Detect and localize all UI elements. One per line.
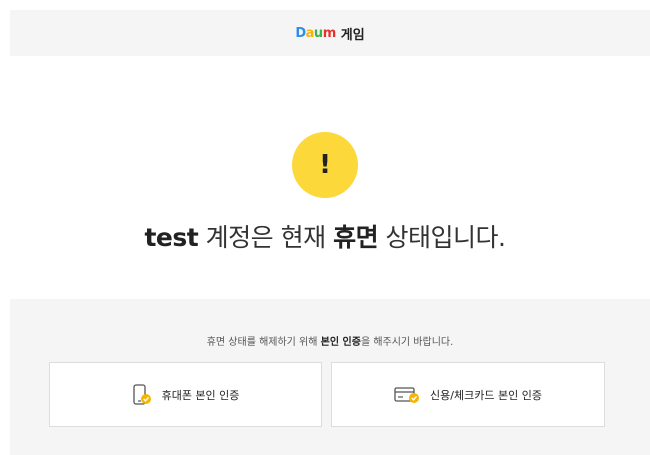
notice-text-a: 휴면 상태를 해제하기 위해 — [206, 337, 321, 348]
status-text-b: 상태입니다. — [378, 223, 506, 252]
phone-verification-label: 휴대폰 본인 인증 — [161, 388, 240, 402]
logo-letter-m: m — [322, 25, 337, 41]
mobile-phone-icon — [132, 383, 152, 406]
logo-game-label: 게임 — [340, 27, 365, 43]
verification-notice: 휴면 상태를 해제하기 위해 본인 인증을 해주시기 바랍니다. — [10, 333, 650, 348]
verification-panel: 휴면 상태를 해제하기 위해 본인 인증을 해주시기 바랍니다. 휴대폰 본인 … — [10, 299, 650, 455]
daum-logo[interactable]: D a u m — [295, 25, 337, 41]
logo-letter-a: a — [305, 25, 315, 41]
card-verification-button[interactable]: 신용/체크카드 본인 인증 — [331, 362, 605, 427]
notice-strong: 본인 인증 — [320, 337, 361, 348]
exclamation-icon: ! — [292, 132, 358, 198]
account-id: test — [144, 223, 199, 252]
dormant-state: 휴면 — [333, 223, 379, 252]
top-header: D a u m 게임 — [10, 10, 650, 56]
card-verification-label: 신용/체크카드 본인 인증 — [430, 388, 542, 402]
status-text-a: 계정은 현재 — [198, 223, 334, 252]
notice-text-b: 을 해주시기 바랍니다. — [360, 337, 454, 348]
phone-verification-button[interactable]: 휴대폰 본인 인증 — [49, 362, 322, 427]
logo-letter-d: D — [295, 25, 306, 41]
credit-card-icon — [394, 386, 420, 404]
logo-letter-u: u — [313, 25, 323, 41]
dormant-status-message: test 계정은 현재 휴면 상태입니다. — [0, 218, 650, 254]
